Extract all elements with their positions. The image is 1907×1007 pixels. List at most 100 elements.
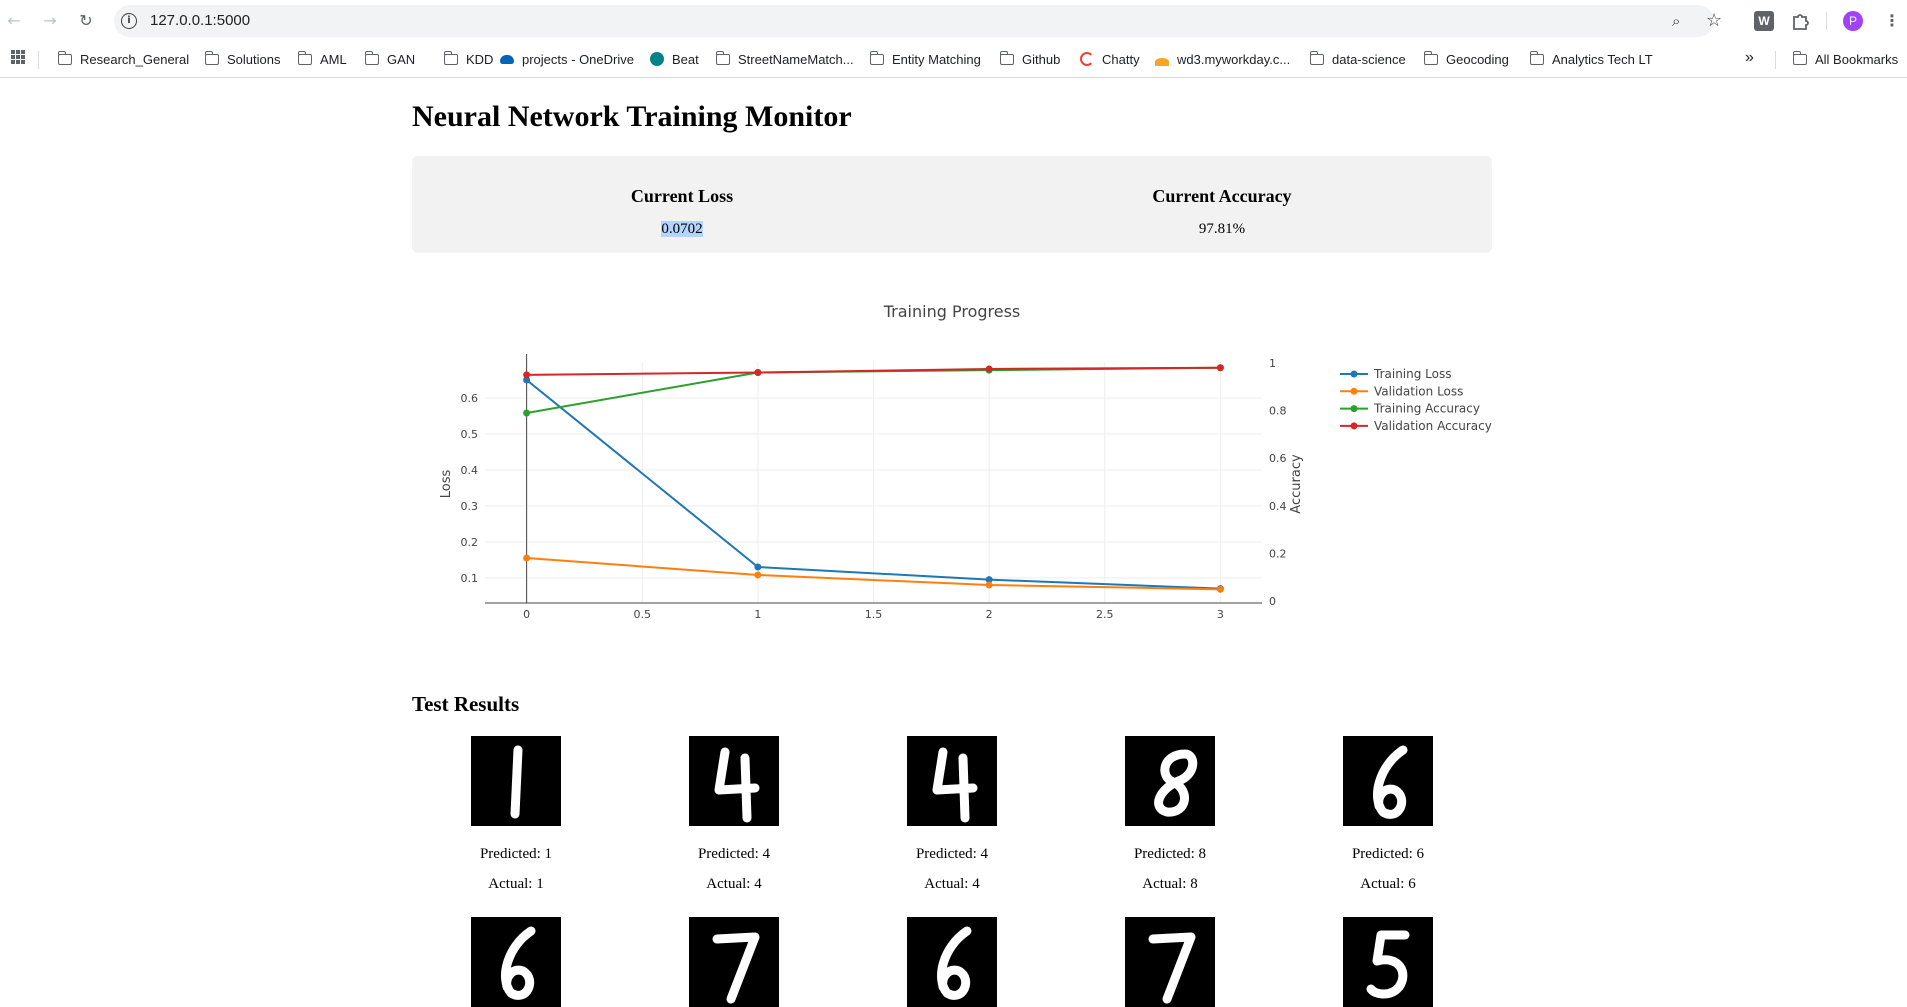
digit-image <box>1125 736 1215 826</box>
test-result-card <box>416 917 616 1007</box>
bookmark-label: StreetNameMatch... <box>738 52 854 67</box>
training-progress-chart[interactable]: Training Progress 0 0.5 1 1.5 2 2.5 3 0.1 0.2 0.3 0… <box>412 290 1492 630</box>
bookmark-label: Research_General <box>80 52 190 67</box>
current-loss-label: Current Loss <box>630 186 734 206</box>
digit-image <box>1343 917 1433 1007</box>
bookmark-item[interactable]: GAN <box>365 51 415 69</box>
folder-icon <box>298 51 312 65</box>
extensions-puzzle-icon[interactable] <box>1791 11 1811 31</box>
test-result-card <box>1070 917 1270 1007</box>
y2-tick-label: 0.4 <box>1269 500 1287 513</box>
sharepoint-icon <box>650 52 664 66</box>
folder-icon <box>716 51 730 65</box>
data-point <box>985 365 993 373</box>
bookmark-label: Beat <box>672 52 699 67</box>
data-point <box>523 371 531 379</box>
chart-title: Training Progress <box>883 302 1021 321</box>
folder-icon <box>1793 51 1807 65</box>
reload-icon[interactable]: ↻ <box>74 9 98 33</box>
bookmark-item[interactable]: Analytics Tech LT <box>1530 51 1653 69</box>
forward-arrow-icon[interactable]: → <box>38 9 62 33</box>
predicted-label: Predicted: 1 <box>479 846 553 862</box>
current-accuracy-card: Current Accuracy 97.81% <box>952 186 1492 238</box>
actual-label: Actual: 8 <box>1142 876 1198 892</box>
bookmark-item[interactable]: Entity Matching <box>870 51 981 69</box>
y2-tick-label: 0.2 <box>1269 547 1287 560</box>
google-icon <box>1080 52 1094 66</box>
folder-icon <box>365 51 379 65</box>
bookmark-item[interactable]: Github <box>1000 51 1060 69</box>
bookmark-item[interactable]: wd3.myworkday.c... <box>1155 51 1290 69</box>
actual-label: Actual: 4 <box>706 876 762 892</box>
chart-svg: Training Progress 0 0.5 1 1.5 2 2.5 3 0.1 0.2 0.3 0… <box>439 302 1492 621</box>
bookmark-item[interactable]: StreetNameMatch... <box>716 51 854 69</box>
current-accuracy-label: Current Accuracy <box>1152 186 1292 206</box>
y2-tick-label: 0.6 <box>1269 452 1287 465</box>
test-result-card: Predicted: 4 Actual: 4 <box>852 736 1052 893</box>
legend-marker <box>1350 387 1358 395</box>
digit-image <box>471 736 561 826</box>
folder-icon <box>870 51 884 65</box>
legend-marker <box>1350 370 1358 378</box>
browser-toolbar: ← → ↻ i 127.0.0.1:5000 ⌕ ☆ W P ⋮ <box>0 0 1907 42</box>
zoom-icon[interactable]: ⌕ <box>1672 12 1680 30</box>
test-result-card <box>852 917 1052 1007</box>
folder-icon <box>1530 51 1544 65</box>
data-point <box>1216 585 1224 593</box>
all-bookmarks-label: All Bookmarks <box>1815 52 1899 67</box>
legend-marker <box>1350 405 1358 413</box>
apps-grid-icon[interactable] <box>10 49 26 67</box>
x-tick-label: 0.5 <box>634 608 652 621</box>
address-bar[interactable]: i 127.0.0.1:5000 ⌕ ☆ <box>114 5 1722 37</box>
bookmark-star-icon[interactable]: ☆ <box>1706 10 1722 31</box>
bookmark-item[interactable]: Research_General <box>58 51 189 69</box>
digit-image <box>907 917 997 1007</box>
digit-image <box>689 736 779 826</box>
bookmark-item[interactable]: Beat <box>650 51 699 69</box>
y-axis-title: Loss <box>439 470 454 499</box>
bookmarks-divider <box>1775 51 1776 69</box>
data-point <box>985 581 993 589</box>
bookmark-label: Analytics Tech LT <box>1552 52 1653 67</box>
more-bookmarks-chevron-icon[interactable]: » <box>1745 49 1754 67</box>
test-result-card: Predicted: 6 Actual: 6 <box>1288 736 1488 893</box>
folder-icon <box>1424 51 1438 65</box>
bookmark-item[interactable]: Geocoding <box>1424 51 1509 69</box>
data-point <box>523 554 531 562</box>
x-tick-label: 1.5 <box>865 608 883 621</box>
bookmark-label: KDD <box>466 52 494 67</box>
bookmark-item[interactable]: Solutions <box>205 51 280 69</box>
extension-w-icon[interactable]: W <box>1754 11 1774 31</box>
profile-avatar[interactable]: P <box>1843 11 1863 31</box>
actual-label: Actual: 6 <box>1360 876 1416 892</box>
test-result-card: Predicted: 1 Actual: 1 <box>416 736 616 893</box>
data-point <box>754 563 762 571</box>
folder-icon <box>205 51 219 65</box>
test-results-title: Test Results <box>412 692 520 716</box>
all-bookmarks-button[interactable]: All Bookmarks <box>1793 51 1898 69</box>
bookmark-label: Solutions <box>227 52 281 67</box>
y2-tick-label: 1 <box>1269 357 1276 370</box>
bookmark-item[interactable]: projects - OneDrive <box>500 51 634 69</box>
predicted-label: Predicted: 4 <box>915 846 989 862</box>
predicted-label: Predicted: 4 <box>697 846 771 862</box>
toolbar-divider <box>1826 12 1827 30</box>
test-result-card <box>1288 917 1488 1007</box>
bookmark-item[interactable]: AML <box>298 51 347 69</box>
stats-panel: Current Loss 0.0702 Current Accuracy 97.… <box>412 156 1492 253</box>
test-result-card: Predicted: 4 Actual: 4 <box>634 736 834 893</box>
current-loss-value: 0.0702 <box>661 221 703 237</box>
bookmark-item[interactable]: data-science <box>1310 51 1406 69</box>
bookmark-item[interactable]: KDD <box>444 51 493 69</box>
bookmark-item[interactable]: Chatty <box>1080 51 1140 69</box>
x-tick-label: 2.5 <box>1096 608 1114 621</box>
bookmark-label: projects - OneDrive <box>522 52 634 67</box>
digit-image <box>1125 917 1215 1007</box>
url-text[interactable]: 127.0.0.1:5000 <box>150 12 250 29</box>
site-info-icon[interactable]: i <box>121 13 137 29</box>
y-tick-label: 0.5 <box>461 428 479 441</box>
menu-kebab-icon[interactable]: ⋮ <box>1880 9 1904 33</box>
folder-icon <box>1310 51 1324 65</box>
back-arrow-icon[interactable]: ← <box>2 9 26 33</box>
bookmark-label: Github <box>1022 52 1061 67</box>
